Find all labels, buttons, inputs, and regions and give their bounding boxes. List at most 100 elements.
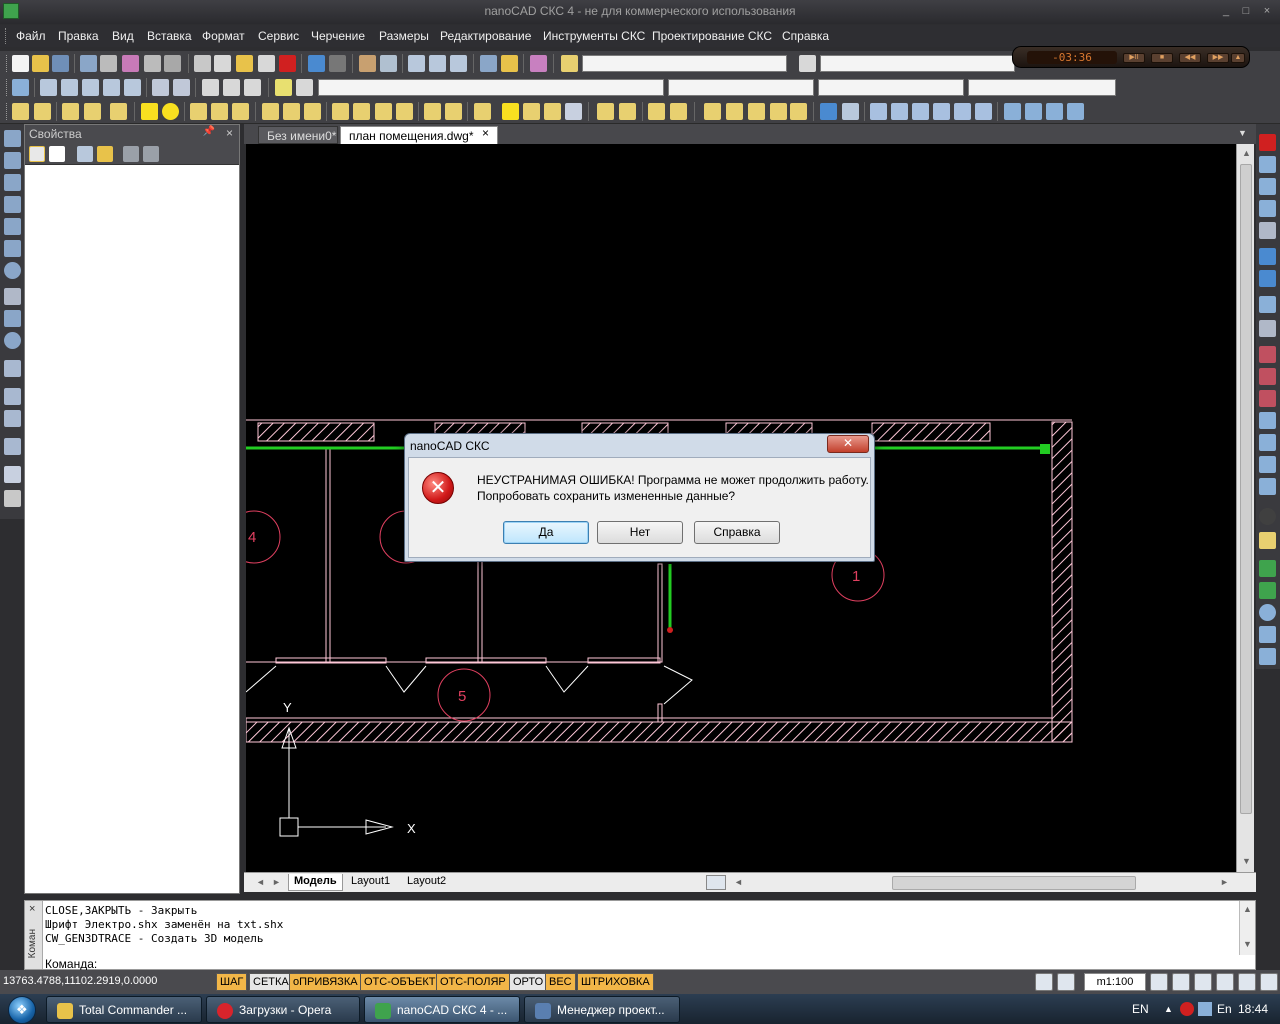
new-file-icon[interactable] [12,55,29,72]
open-folder-icon[interactable] [32,55,49,72]
view-left-icon[interactable] [912,103,929,120]
restore-button[interactable]: □ [1239,4,1253,18]
preview-icon[interactable] [100,55,117,72]
sphere-icon[interactable] [1259,604,1276,621]
view-iso-ne-icon[interactable] [1046,103,1063,120]
sks-spec-icon[interactable] [474,103,491,120]
break-icon[interactable] [1259,390,1276,407]
pickadd-icon[interactable] [29,146,45,162]
polyline-icon[interactable] [4,174,21,191]
toggle-otrack[interactable]: ОТС-ОБЪЕКТ [360,973,440,991]
layout-next-icon[interactable]: ► [272,877,281,887]
refresh-icon[interactable] [1238,973,1256,991]
hscroll-left-icon[interactable]: ◄ [734,877,743,887]
sks-check-icon[interactable] [502,103,519,120]
explode-icon[interactable] [1259,508,1276,525]
erase-icon[interactable] [1259,134,1276,151]
sks-nodes-icon[interactable] [211,103,228,120]
sks-distribute-icon[interactable] [790,103,807,120]
distance-icon[interactable] [480,55,497,72]
revcloud-icon[interactable] [4,288,21,305]
sks-tray-end-icon[interactable] [283,103,300,120]
sks-rack-icon[interactable] [34,103,51,120]
orbit-icon[interactable] [842,103,859,120]
tab-layout1[interactable]: Layout1 [346,874,395,891]
menu-file[interactable]: Файл [16,29,46,43]
hatch-icon[interactable] [152,79,169,96]
make-block-icon[interactable] [4,410,21,427]
insert-block-icon[interactable] [223,79,240,96]
pin-icon[interactable]: 📌 [203,126,215,137]
start-button[interactable]: ❖ [8,996,36,1024]
single-selection-icon[interactable] [49,146,65,162]
zoom-window-icon[interactable] [408,55,425,72]
menu-dimensions[interactable]: Размеры [379,29,429,43]
cut-icon[interactable] [194,55,211,72]
linear-dim-icon[interactable] [61,79,78,96]
close-window-button[interactable]: × [1260,4,1274,18]
table-tool-icon[interactable] [4,466,21,483]
zoom-status-icon[interactable] [1172,973,1190,991]
color-combo[interactable] [668,79,814,96]
delete-icon[interactable] [279,55,296,72]
toggle-hatch[interactable]: ШТРИХОВКА [577,973,654,991]
undo-icon[interactable] [308,55,325,72]
layer-combo[interactable] [318,79,664,96]
help-button[interactable]: Справка [694,521,780,544]
copy-object-icon[interactable] [1259,156,1276,173]
previous-button[interactable]: ◀◀ [1179,53,1201,63]
task-total-commander[interactable]: Total Commander ... [46,996,202,1023]
sks-trace-icon[interactable] [396,103,413,120]
dim-style-combo[interactable] [820,55,1015,72]
menu-sks-design[interactable]: Проектирование СКС [652,29,772,43]
hscroll-right-icon[interactable]: ► [1220,877,1229,887]
lengthen-icon[interactable] [1259,478,1276,495]
array-icon[interactable] [1259,222,1276,239]
zoom-extents-icon[interactable] [429,55,446,72]
task-project-manager[interactable]: Менеджер проект... [524,996,680,1023]
move-object-icon[interactable] [1259,248,1276,265]
menu-drawing[interactable]: Черчение [311,29,365,43]
sks-cabinet-icon[interactable] [12,103,29,120]
layer-state-icon[interactable] [275,79,292,96]
command-prompt[interactable]: Команда: [45,957,97,971]
join-icon[interactable] [1259,412,1276,429]
view-iso-sw-icon[interactable] [1004,103,1021,120]
annotation-visibility-icon[interactable] [1150,973,1168,991]
dialog-close-button[interactable]: ✕ [827,435,869,453]
view-bottom-icon[interactable] [891,103,908,120]
region-icon[interactable] [173,79,190,96]
xref-icon[interactable] [244,79,261,96]
viewport-icon[interactable] [1057,973,1075,991]
text-style-icon[interactable] [561,55,578,72]
vertical-scroll-thumb[interactable] [1240,164,1252,814]
menu-help[interactable]: Справка [782,29,829,43]
tab-close-icon[interactable]: × [482,126,489,140]
publish-icon[interactable] [80,55,97,72]
play-pause-button[interactable]: ▶II [1123,53,1145,63]
input-language-icon[interactable]: En [1217,1002,1232,1016]
menu-insert[interactable]: Вставка [147,29,192,43]
sks-refresh-icon[interactable] [445,103,462,120]
tabs-menu-icon[interactable]: ▼ [1238,128,1247,138]
eraser-icon[interactable] [530,55,547,72]
move-icon[interactable] [820,103,837,120]
sks-box-icon[interactable] [619,103,636,120]
spline-icon[interactable] [4,310,21,327]
model-space-icon[interactable] [1035,973,1053,991]
quick-select-icon[interactable] [97,146,113,162]
tab-unnamed[interactable]: Без имени0* [258,126,338,144]
sks-room-icon[interactable] [141,103,158,120]
sks-channel-2-icon[interactable] [353,103,370,120]
command-close-button[interactable]: × [29,903,35,915]
vertical-scrollbar[interactable]: ▲ ▼ [1236,144,1254,872]
text-style-combo[interactable] [582,55,787,72]
sks-join-icon[interactable] [770,103,787,120]
paste-special-icon[interactable] [258,55,275,72]
next-button[interactable]: ▶▶ [1207,53,1229,63]
chamfer-icon[interactable] [1259,434,1276,451]
sks-report-icon[interactable] [523,103,540,120]
menu-modify[interactable]: Редактирование [440,29,531,43]
status-menu-icon[interactable] [1260,973,1278,991]
trim-icon[interactable] [1259,346,1276,363]
